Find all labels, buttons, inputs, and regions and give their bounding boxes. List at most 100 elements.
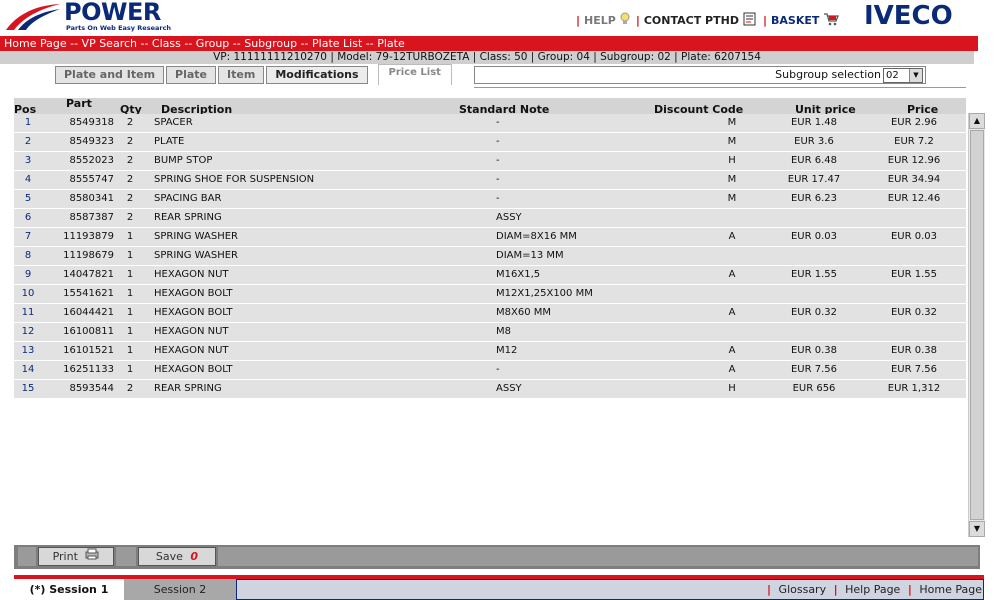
table-row[interactable]: 6 8587387 2 REAR SPRING ASSY <box>14 209 966 227</box>
row-description: SPACING BAR <box>154 193 222 204</box>
row-price: EUR 34.94 <box>887 174 941 185</box>
tab-modifications[interactable]: Modifications <box>266 66 368 84</box>
row-standard-note: ASSY <box>496 212 522 223</box>
row-description: HEXAGON NUT <box>154 269 229 280</box>
row-description: HEXAGON BOLT <box>154 288 233 299</box>
scrollbar[interactable]: ▲ ▼ <box>968 113 985 537</box>
table-row[interactable]: 9 14047821 1 HEXAGON NUT M16X1,5 A EUR 1.55 EUR… <box>14 266 966 284</box>
row-unit-price: EUR 0.38 <box>790 345 838 356</box>
home-page-link[interactable]: Home Page <box>919 583 982 596</box>
row-unit-price: EUR 1.55 <box>790 269 838 280</box>
table-row[interactable]: 15 8593544 2 REAR SPRING ASSY H EUR 656 EUR 1,3… <box>14 380 966 398</box>
table-row[interactable]: 10 15541621 1 HEXAGON BOLT M12X1,25X100 MM <box>14 285 966 303</box>
row-pos[interactable]: 13 <box>14 342 42 360</box>
row-qty: 1 <box>126 345 134 356</box>
row-pos[interactable]: 2 <box>14 133 42 151</box>
swoosh-icon <box>6 4 60 30</box>
help-page-link[interactable]: Help Page <box>845 583 900 596</box>
row-discount-code: M <box>727 117 737 128</box>
tab-plate[interactable]: Plate <box>166 66 217 84</box>
row-qty: 1 <box>126 250 134 261</box>
tab-item[interactable]: Item <box>218 66 265 84</box>
row-description: SPRING WASHER <box>154 250 238 261</box>
row-pos[interactable]: 3 <box>14 152 42 170</box>
header: POWER Parts On Web Easy Research | HELP … <box>0 0 994 35</box>
top-nav: | HELP | CONTACT PTHD | BASKET <box>576 10 845 30</box>
row-qty: 1 <box>126 364 134 375</box>
row-pos[interactable]: 4 <box>14 171 42 189</box>
row-pos[interactable]: 14 <box>14 361 42 379</box>
tab-price-list[interactable]: Price List <box>377 64 452 85</box>
subgroup-select[interactable]: 02 ▼ <box>883 68 923 83</box>
row-part-number: 8587387 <box>69 212 114 223</box>
basket-link[interactable]: BASKET <box>771 14 819 27</box>
contact-link[interactable]: CONTACT PTHD <box>644 14 739 27</box>
power-logo[interactable]: POWER Parts On Web Easy Research <box>4 0 174 33</box>
contact-form-icon[interactable] <box>743 12 757 29</box>
row-standard-note: M8 <box>496 326 511 337</box>
row-pos[interactable]: 11 <box>14 304 42 322</box>
table-row[interactable]: 8 11198679 1 SPRING WASHER DIAM=13 MM <box>14 247 966 265</box>
table-row[interactable]: 3 8552023 2 BUMP STOP - H EUR 6.48 EUR 12.96 <box>14 152 966 170</box>
row-pos[interactable]: 8 <box>14 247 42 265</box>
row-part-number: 11198679 <box>63 250 114 261</box>
row-discount-code: A <box>728 307 736 318</box>
row-pos[interactable]: 12 <box>14 323 42 341</box>
breadcrumb[interactable]: Home Page -- VP Search -- Class -- Group… <box>0 36 978 51</box>
iveco-logo: IVECO <box>864 1 953 31</box>
table-row[interactable]: 12 16100811 1 HEXAGON NUT M8 <box>14 323 966 341</box>
row-qty: 2 <box>126 212 134 223</box>
scroll-up-icon[interactable]: ▲ <box>969 113 985 129</box>
row-qty: 1 <box>126 231 134 242</box>
row-price: EUR 7.56 <box>890 364 938 375</box>
row-pos[interactable]: 15 <box>14 380 42 398</box>
save-button[interactable]: Save 0 <box>138 547 216 566</box>
table-row[interactable]: 13 16101521 1 HEXAGON NUT M12 A EUR 0.38 EUR 0.… <box>14 342 966 360</box>
scroll-down-icon[interactable]: ▼ <box>969 521 985 537</box>
row-description: HEXAGON BOLT <box>154 307 233 318</box>
vehicle-info-bar: VP: 11111111210270 | Model: 79-12TURBOZE… <box>0 51 974 64</box>
row-qty: 2 <box>126 193 134 204</box>
row-price: EUR 0.03 <box>890 231 938 242</box>
row-pos[interactable]: 5 <box>14 190 42 208</box>
row-standard-note: DIAM=8X16 MM <box>496 231 577 242</box>
row-pos[interactable]: 10 <box>14 285 42 303</box>
row-standard-note: - <box>496 117 500 128</box>
table-row[interactable]: 2 8549323 2 PLATE - M EUR 3.6 EUR 7.2 <box>14 133 966 151</box>
bottom-toolbar: Print Save 0 <box>14 545 980 569</box>
row-price: EUR 12.96 <box>887 155 941 166</box>
lightbulb-icon[interactable] <box>620 12 630 29</box>
row-qty: 2 <box>126 155 134 166</box>
row-pos[interactable]: 6 <box>14 209 42 227</box>
tab-plate-and-item[interactable]: Plate and Item <box>55 66 165 84</box>
row-pos[interactable]: 1 <box>14 114 42 132</box>
table-row[interactable]: 14 16251133 1 HEXAGON BOLT - A EUR 7.56 EUR 7.5… <box>14 361 966 379</box>
row-price: EUR 2.96 <box>890 117 938 128</box>
cart-icon[interactable] <box>823 12 840 29</box>
table-header: Pos Part Qty Description Standard Note D… <box>14 97 966 116</box>
row-pos[interactable]: 7 <box>14 228 42 246</box>
print-button[interactable]: Print <box>38 547 114 566</box>
chevron-down-icon[interactable]: ▼ <box>909 69 922 82</box>
row-discount-code: A <box>728 345 736 356</box>
row-description: SPRING SHOE FOR SUSPENSION <box>154 174 315 185</box>
session-tab-2[interactable]: Session 2 <box>124 579 236 600</box>
table-row[interactable]: 7 11193879 1 SPRING WASHER DIAM=8X16 MM A EUR … <box>14 228 966 246</box>
table-row[interactable]: 1 8549318 2 SPACER - M EUR 1.48 EUR 2.96 <box>14 114 966 132</box>
table-row[interactable]: 11 16044421 1 HEXAGON BOLT M8X60 MM A EUR 0.32… <box>14 304 966 322</box>
row-standard-note: - <box>496 155 500 166</box>
table-row[interactable]: 4 8555747 2 SPRING SHOE FOR SUSPENSION - M EUR… <box>14 171 966 189</box>
row-part-number: 16100811 <box>63 326 114 337</box>
row-price: EUR 0.32 <box>890 307 938 318</box>
row-description: REAR SPRING <box>154 383 222 394</box>
row-price: EUR 12.46 <box>887 193 941 204</box>
table-body: 1 8549318 2 SPACER - M EUR 1.48 EUR 2.96 2 854932… <box>14 114 966 398</box>
glossary-link[interactable]: Glossary <box>779 583 827 596</box>
row-pos[interactable]: 9 <box>14 266 42 284</box>
help-link[interactable]: HELP <box>584 14 616 27</box>
scroll-thumb[interactable] <box>970 130 984 520</box>
footer-links: | Glossary | Help Page | Home Page <box>767 583 982 596</box>
session-tab-1[interactable]: (*) Session 1 <box>14 579 124 600</box>
table-row[interactable]: 5 8580341 2 SPACING BAR - M EUR 6.23 EUR 12.46 <box>14 190 966 208</box>
row-qty: 1 <box>126 269 134 280</box>
